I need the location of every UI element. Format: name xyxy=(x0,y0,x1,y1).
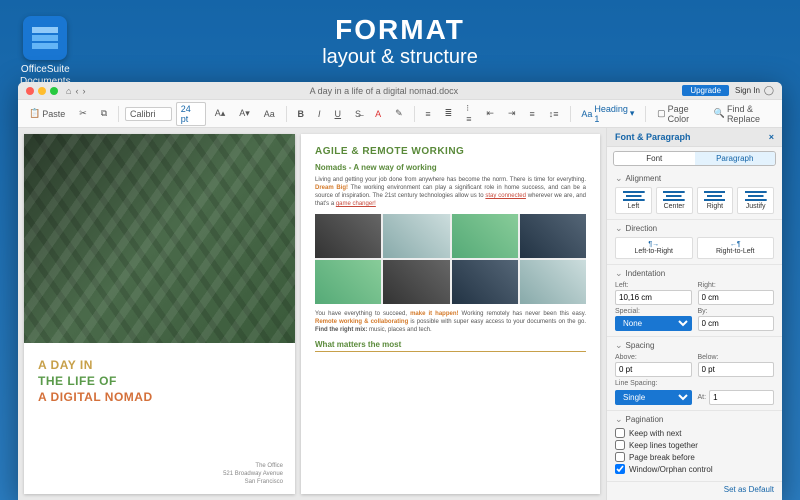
brand-block: OfficeSuite Documents xyxy=(20,16,71,88)
align-justify-button[interactable]: Justify xyxy=(737,187,774,214)
page2-heading: AGILE & REMOTE WORKING xyxy=(315,146,586,157)
page1-title-line1: A DAY IN xyxy=(38,357,281,373)
findreplace-button[interactable]: 🔍 Find & Replace xyxy=(709,101,776,127)
page2-section-heading: What matters the most xyxy=(315,340,586,352)
strike-icon[interactable]: S̶ xyxy=(350,106,366,122)
linespacing-select[interactable]: Single xyxy=(615,390,692,405)
align-icon[interactable]: ≡ xyxy=(525,106,540,122)
align-left-button[interactable]: Left xyxy=(615,187,652,214)
document-title: A day in a life of a digital nomad.docx xyxy=(85,86,682,96)
upgrade-button[interactable]: Upgrade xyxy=(682,85,729,96)
format-panel: Font & Paragraph × Font Paragraph Alignm… xyxy=(606,128,782,500)
linespacing-icon[interactable]: ↕≡ xyxy=(544,106,564,122)
brand-line1: OfficeSuite xyxy=(20,64,71,76)
hero-subtitle: layout & structure xyxy=(0,46,800,69)
copy-icon[interactable]: ⧉ xyxy=(96,105,112,122)
linespacing-at-input[interactable] xyxy=(709,390,774,405)
toolbar: 📋Paste ✂ ⧉ Calibri 24 pt A▴ A▾ Aa B I U … xyxy=(18,100,782,128)
page-break-checkbox[interactable]: Page break before xyxy=(615,452,774,462)
indent-icon[interactable]: ⇥ xyxy=(503,105,521,122)
hero: FORMAT layout & structure xyxy=(0,0,800,77)
panel-header: Font & Paragraph × xyxy=(607,128,782,147)
tab-font[interactable]: Font xyxy=(614,152,695,165)
rtl-button[interactable]: ←¶Right-to-Left xyxy=(697,237,775,259)
home-icon[interactable]: ⌂ xyxy=(66,86,71,96)
paste-button[interactable]: 📋Paste xyxy=(24,105,70,122)
bullets-icon[interactable]: ≡ xyxy=(420,106,435,122)
indent-left-input[interactable] xyxy=(615,290,692,305)
ltr-button[interactable]: ¶→Left-to-Right xyxy=(615,237,693,259)
page2-subheading: Nomads - A new way of working xyxy=(315,163,586,172)
close-icon[interactable]: × xyxy=(769,132,774,142)
case-icon[interactable]: Aa xyxy=(259,106,280,122)
app-window: ⌂ ‹ › A day in a life of a digital nomad… xyxy=(18,82,782,500)
widow-orphan-checkbox[interactable]: Window/Orphan control xyxy=(615,464,774,474)
spacing-above-input[interactable] xyxy=(615,362,692,377)
bold-icon[interactable]: B xyxy=(293,106,310,122)
titlebar: ⌂ ‹ › A day in a life of a digital nomad… xyxy=(18,82,782,100)
window-controls[interactable] xyxy=(26,87,58,95)
indent-right-input[interactable] xyxy=(698,290,775,305)
hero-title: FORMAT xyxy=(0,14,800,46)
section-spacing: Spacing Above: Below: Line Spacing: Sing… xyxy=(607,337,782,411)
decrease-font-icon[interactable]: A▾ xyxy=(234,105,255,122)
back-icon[interactable]: ‹ xyxy=(75,86,78,96)
panel-tabs: Font Paragraph xyxy=(613,151,776,166)
page1-footer: The Office521 Broadway AvenueSan Francis… xyxy=(223,462,283,486)
cut-icon[interactable]: ✂ xyxy=(74,105,92,122)
workspace: A DAY IN THE LIFE OF A DIGITAL NOMAD The… xyxy=(18,128,782,500)
underline-icon[interactable]: U xyxy=(330,106,347,122)
page1-title-line2: THE LIFE OF xyxy=(38,373,281,389)
user-icon[interactable]: ◯ xyxy=(764,85,774,96)
page2-para2: You have everything to succeed, make it … xyxy=(315,310,586,334)
increase-font-icon[interactable]: A▴ xyxy=(210,105,231,122)
numbering-icon[interactable]: ≣ xyxy=(440,105,458,122)
keep-with-next-checkbox[interactable]: Keep with next xyxy=(615,428,774,438)
set-default-button[interactable]: Set as Default xyxy=(607,482,782,497)
indent-special-select[interactable]: None xyxy=(615,316,692,331)
section-alignment: Alignment Left Center Right Justify xyxy=(607,170,782,220)
document-canvas[interactable]: A DAY IN THE LIFE OF A DIGITAL NOMAD The… xyxy=(18,128,606,500)
page-1[interactable]: A DAY IN THE LIFE OF A DIGITAL NOMAD The… xyxy=(24,134,295,494)
signin-button[interactable]: Sign In xyxy=(735,86,760,95)
page-2[interactable]: AGILE & REMOTE WORKING Nomads - A new wa… xyxy=(301,134,600,494)
indent-by-input[interactable] xyxy=(698,316,775,331)
font-select[interactable]: Calibri xyxy=(125,107,172,121)
section-pagination: Pagination Keep with next Keep lines tog… xyxy=(607,411,782,482)
page2-image-grid xyxy=(315,214,586,304)
page1-title-line3: A DIGITAL NOMAD xyxy=(38,389,281,405)
fontcolor-icon[interactable]: A xyxy=(370,106,386,122)
multilevel-icon[interactable]: ⁝≡ xyxy=(461,100,477,127)
highlight-icon[interactable]: ✎ xyxy=(390,105,408,122)
keep-lines-checkbox[interactable]: Keep lines together xyxy=(615,440,774,450)
style-select[interactable]: Aa Heading 1 ▾ xyxy=(576,101,639,127)
section-direction: Direction ¶→Left-to-Right ←¶Right-to-Lef… xyxy=(607,220,782,265)
fontsize-select[interactable]: 24 pt xyxy=(176,102,206,126)
brand-icon xyxy=(23,16,67,60)
spacing-below-input[interactable] xyxy=(698,362,775,377)
outdent-icon[interactable]: ⇤ xyxy=(481,105,499,122)
section-indentation: Indentation Left: Right: Special:None By… xyxy=(607,265,782,337)
pagecolor-button[interactable]: ▢ Page Color xyxy=(652,101,705,127)
page2-para1: Living and getting your job done from an… xyxy=(315,176,586,208)
align-right-button[interactable]: Right xyxy=(697,187,734,214)
italic-icon[interactable]: I xyxy=(313,106,326,122)
page1-hero-image xyxy=(24,134,295,343)
tab-paragraph[interactable]: Paragraph xyxy=(695,152,776,165)
align-center-button[interactable]: Center xyxy=(656,187,693,214)
